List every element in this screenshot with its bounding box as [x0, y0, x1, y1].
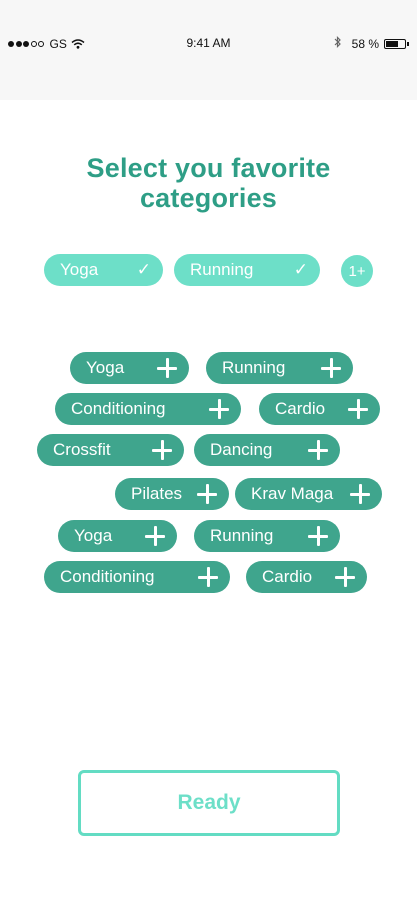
- category-chip-cardio[interactable]: Cardio: [259, 393, 380, 425]
- battery-percent: 58 %: [351, 36, 379, 51]
- plus-icon: [197, 484, 217, 504]
- category-chip-running[interactable]: Running: [194, 520, 340, 552]
- title-line-2: categories: [139, 183, 278, 213]
- selected-chip-running[interactable]: Running ✓: [174, 254, 320, 286]
- category-chip-label: Crossfit: [53, 440, 111, 459]
- selected-chip-label: Running: [190, 260, 254, 279]
- checkmark-icon: ✓: [136, 260, 151, 279]
- plus-icon: [308, 440, 328, 460]
- plus-icon: [348, 399, 368, 419]
- status-right: 58 %: [334, 36, 409, 51]
- title-line-1: Select you favorite: [86, 153, 331, 183]
- category-chip-conditioning[interactable]: Conditioning: [44, 561, 230, 593]
- category-chip-label: Running: [210, 526, 274, 545]
- plus-icon: [157, 358, 177, 378]
- checkmark-icon: ✓: [293, 260, 308, 279]
- battery-icon: [384, 38, 406, 49]
- category-chip-label: Pilates: [131, 484, 183, 503]
- page-title: Select you favorite categories: [0, 153, 417, 213]
- category-chip-cardio[interactable]: Cardio: [246, 561, 367, 593]
- plus-icon: [198, 567, 218, 587]
- category-chip-running[interactable]: Running: [206, 352, 353, 384]
- more-selected-badge[interactable]: 1+: [341, 255, 373, 287]
- category-chip-krav-maga[interactable]: Krav Maga: [235, 478, 382, 510]
- category-chip-yoga[interactable]: Yoga: [70, 352, 189, 384]
- category-chip-dancing[interactable]: Dancing: [194, 434, 340, 466]
- category-chip-label: Conditioning: [60, 567, 155, 586]
- category-chip-yoga[interactable]: Yoga: [58, 520, 177, 552]
- category-chip-label: Krav Maga: [251, 484, 334, 503]
- plus-icon: [152, 440, 172, 460]
- selected-chip-label: Yoga: [60, 260, 99, 279]
- category-chip-label: Cardio: [275, 399, 326, 418]
- selected-categories: Yoga ✓ Running ✓ 1+: [0, 254, 417, 288]
- plus-icon: [308, 526, 328, 546]
- plus-icon: [321, 358, 341, 378]
- category-chip-conditioning[interactable]: Conditioning: [55, 393, 241, 425]
- plus-icon: [145, 526, 165, 546]
- category-chip-pilates[interactable]: Pilates: [115, 478, 229, 510]
- category-chip-label: Running: [222, 358, 286, 377]
- ready-button[interactable]: Ready: [78, 770, 340, 836]
- battery-cap: [407, 41, 409, 46]
- category-chip-label: Cardio: [262, 567, 313, 586]
- category-chip-label: Yoga: [86, 358, 125, 377]
- plus-icon: [335, 567, 355, 587]
- status-bar: GS 9:41 AM 58 %: [0, 0, 417, 100]
- category-chip-label: Conditioning: [71, 399, 166, 418]
- category-chip-label: Yoga: [74, 526, 113, 545]
- plus-icon: [209, 399, 229, 419]
- selected-chip-yoga[interactable]: Yoga ✓: [44, 254, 163, 286]
- bluetooth-icon: [334, 36, 342, 51]
- plus-icon: [350, 484, 370, 504]
- category-chip-label: Dancing: [210, 440, 273, 459]
- category-chip-crossfit[interactable]: Crossfit: [37, 434, 184, 466]
